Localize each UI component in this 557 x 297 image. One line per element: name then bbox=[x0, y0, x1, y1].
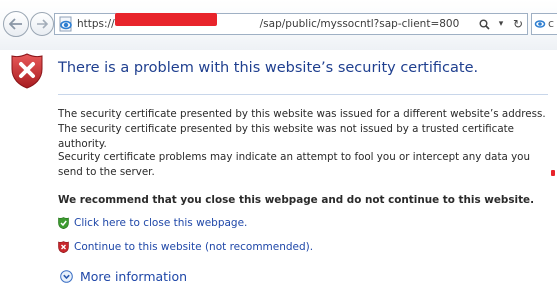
search-icon[interactable] bbox=[477, 16, 491, 32]
tab-stub[interactable]: c bbox=[531, 13, 557, 35]
close-option[interactable]: Click here to close this webpage. bbox=[58, 217, 247, 229]
address-bar[interactable]: https:// /sap/public/myssocntl?sap-client… bbox=[54, 13, 528, 35]
back-button[interactable] bbox=[3, 11, 29, 37]
cert-warning-text: Security certificate problems may indica… bbox=[58, 151, 531, 178]
refresh-icon[interactable]: ↻ bbox=[511, 16, 525, 32]
forward-arrow-icon bbox=[37, 19, 48, 29]
ie-page-icon bbox=[59, 16, 72, 32]
forward-button[interactable] bbox=[30, 12, 54, 36]
title-divider bbox=[58, 94, 548, 95]
url-prefix: https:// bbox=[77, 18, 115, 30]
more-information-label[interactable]: More information bbox=[80, 269, 187, 284]
green-shield-check-icon bbox=[58, 217, 69, 229]
circle-chevron-down-icon bbox=[60, 270, 73, 283]
tab-label: c bbox=[548, 17, 555, 30]
continue-website-link[interactable]: Continue to this website (not recommende… bbox=[74, 241, 313, 253]
page-title: There is a problem with this website’s s… bbox=[58, 60, 479, 76]
url-suffix: /sap/public/myssocntl?sap-client=800 bbox=[259, 18, 460, 30]
more-information-toggle[interactable]: More information bbox=[60, 269, 187, 284]
cert-issue-address: The security certificate presented by th… bbox=[58, 108, 546, 120]
back-arrow-icon bbox=[9, 18, 22, 30]
browser-toolbar: https:// /sap/public/myssocntl?sap-client… bbox=[0, 0, 557, 50]
tab-page-icon bbox=[534, 20, 546, 28]
red-shield-x-icon bbox=[58, 241, 69, 253]
address-text[interactable]: https:// /sap/public/myssocntl?sap-client… bbox=[77, 13, 460, 30]
address-controls: ▾ ↻ bbox=[477, 15, 525, 33]
cert-issue-authority: The security certificate presented by th… bbox=[58, 123, 515, 150]
close-webpage-link[interactable]: Click here to close this webpage. bbox=[74, 217, 247, 229]
chevron-down-icon[interactable]: ▾ bbox=[494, 16, 508, 32]
edge-annotation-mark bbox=[551, 170, 555, 176]
red-shield-x-icon bbox=[11, 53, 43, 89]
recommendation-text: We recommend that you close this webpage… bbox=[58, 194, 535, 206]
continue-option[interactable]: Continue to this website (not recommende… bbox=[58, 241, 313, 253]
url-redaction bbox=[115, 13, 217, 26]
